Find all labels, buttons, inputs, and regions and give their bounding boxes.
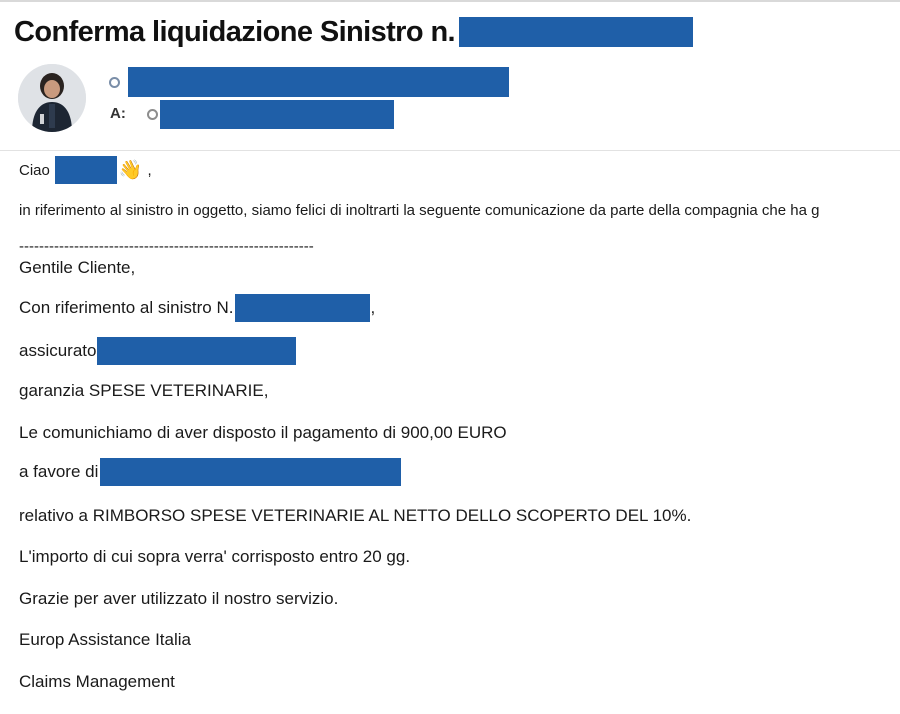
- email-subject: Conferma liquidazione Sinistro n.: [14, 15, 456, 48]
- redacted-insured: [97, 337, 297, 365]
- redacted-claim-number: [459, 17, 694, 47]
- person-icon: [18, 64, 86, 132]
- greeting-comma: ,: [147, 161, 152, 179]
- sender-avatar[interactable]: [18, 64, 86, 132]
- beneficiary-label: a favore di: [19, 462, 99, 481]
- payment-line: Le comunichiamo di aver disposto il paga…: [19, 423, 507, 442]
- greeting-text: Ciao: [19, 161, 50, 179]
- claim-reference-comma: ,: [370, 298, 376, 317]
- redacted-beneficiary: [100, 458, 402, 486]
- recipient-status-icon: [147, 109, 158, 120]
- to-label: A:: [110, 105, 126, 122]
- insured-label: assicurato: [19, 341, 97, 360]
- intro-line: in riferimento al sinistro in oggetto, s…: [19, 201, 820, 219]
- coverage-line: garanzia SPESE VETERINARIE,: [19, 381, 269, 400]
- insured-line: assicurato: [19, 337, 297, 365]
- subject-row: Conferma liquidazione Sinistro n.: [14, 12, 694, 52]
- redacted-recipient[interactable]: [160, 100, 394, 129]
- redacted-sender: [128, 67, 509, 97]
- email-view: Conferma liquidazione Sinistro n. A: Cia…: [0, 0, 900, 714]
- beneficiary-line: a favore di: [19, 458, 402, 486]
- reason-line: relativo a RIMBORSO SPESE VETERINARIE AL…: [19, 506, 692, 525]
- sender-status-icon: [109, 77, 120, 88]
- timing-line: L'importo di cui sopra verra' corrispost…: [19, 547, 411, 566]
- department-line: Claims Management: [19, 672, 175, 691]
- claim-reference-line: Con riferimento al sinistro N. ,: [19, 294, 375, 322]
- salutation: Gentile Cliente,: [19, 258, 136, 277]
- top-divider: [0, 0, 900, 2]
- redacted-name: [54, 156, 117, 184]
- claim-reference-label: Con riferimento al sinistro N.: [19, 298, 234, 317]
- company-line: Europ Assistance Italia: [19, 630, 191, 649]
- redacted-claim-ref: [235, 294, 371, 322]
- header-divider: [0, 150, 900, 151]
- thanks-line: Grazie per aver utilizzato il nostro ser…: [19, 589, 339, 608]
- waving-hand-icon: 👋: [118, 160, 143, 181]
- greeting-line: Ciao 👋 ,: [19, 156, 152, 184]
